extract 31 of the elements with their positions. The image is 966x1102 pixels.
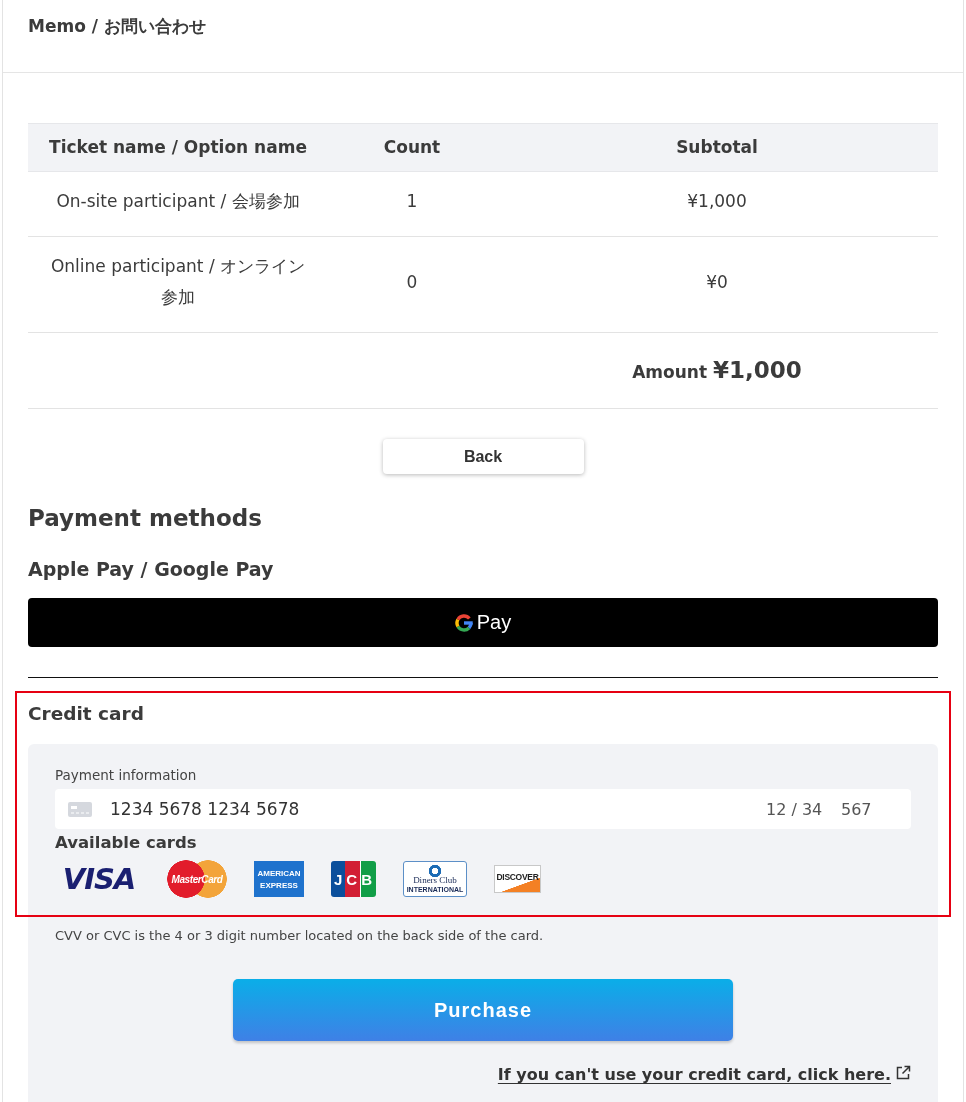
table-cell: 0 xyxy=(328,236,496,333)
card-brand-logo: VISA xyxy=(61,864,137,894)
card-brand-logo: DISCOVER xyxy=(494,865,541,893)
card-number-input[interactable]: 1234 5678 1234 5678 xyxy=(110,797,766,821)
column-header: Ticket name / Option name xyxy=(28,123,328,172)
section-heading: Payment methods xyxy=(28,504,263,533)
column-header: Subtotal xyxy=(496,123,938,172)
google-pay-button[interactable]: Pay xyxy=(28,598,938,647)
expiry-date-input[interactable]: 12 / 34 xyxy=(766,797,828,821)
credit-card-icon xyxy=(68,801,92,817)
table-cell: ¥0 xyxy=(496,236,938,333)
memo-label: Memo / お問い合わせ xyxy=(28,16,206,36)
field-label: Payment information xyxy=(55,766,198,784)
table-cell: On-site participant / 会場参加 xyxy=(28,171,328,237)
external-link-icon xyxy=(895,1065,911,1081)
field-label: Available cards xyxy=(55,832,198,854)
cvc-input[interactable]: 567 xyxy=(841,797,877,821)
total-amount: ¥1,000 xyxy=(713,357,802,383)
column-header: Count xyxy=(328,123,496,172)
table-cell: Online participant / オンライン参加 xyxy=(28,236,328,333)
card-brand-logo: AMERICAN EXPRESS xyxy=(254,861,304,897)
cvv-hint-text: CVV or CVC is the 4 or 3 digit number located on the back side of the card. xyxy=(55,927,545,945)
back-button[interactable]: Back xyxy=(382,439,584,474)
credit-card-help-link[interactable]: If you can't use your credit card, click here. xyxy=(497,1065,911,1084)
g-logo-icon xyxy=(454,613,473,632)
total-label: Amount xyxy=(632,362,708,382)
card-details-field[interactable]: 1234 5678 1234 5678 12 / 34 567 xyxy=(55,789,911,829)
table-cell: 1 xyxy=(328,171,496,237)
section-subheading: Credit card xyxy=(28,702,145,726)
table-cell: ¥1,000 xyxy=(496,171,938,237)
section-subheading: Apple Pay / Google Pay xyxy=(28,557,275,582)
